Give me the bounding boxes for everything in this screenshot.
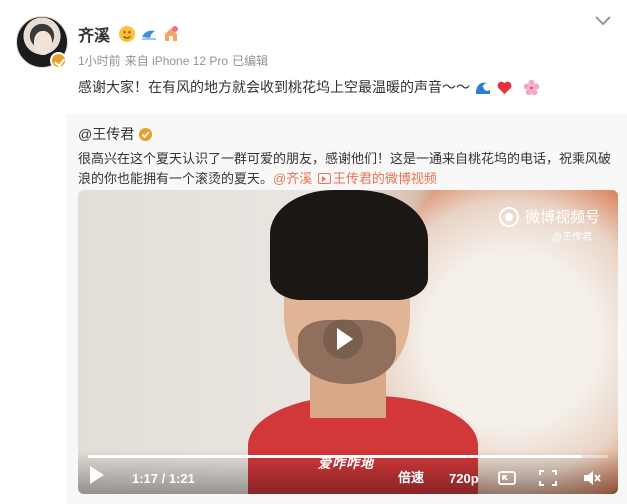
volume-icon[interactable] xyxy=(583,470,601,486)
author-name[interactable]: 齐溪 xyxy=(78,22,110,46)
red-heart-emoji-icon xyxy=(497,81,512,94)
author-row: 齐溪 xyxy=(78,22,180,46)
cherry-blossom-emoji-icon xyxy=(523,79,540,95)
time-separator: / xyxy=(158,471,169,486)
video-subtitle: 爱咋咋地 xyxy=(318,456,375,471)
speed-button[interactable]: 倍速 xyxy=(398,467,424,486)
weibo-logo-icon xyxy=(498,206,519,227)
current-time: 1:17 xyxy=(132,471,159,486)
chevron-down-icon[interactable] xyxy=(593,14,613,28)
watermark-handle: @王传君 xyxy=(551,232,592,243)
video-player[interactable]: 微博视频号 @王传君 爱咋咋地 1:17 / 1:21 倍速 720p xyxy=(78,190,618,494)
original-author-name[interactable]: @王传君 xyxy=(78,124,134,144)
surf-emblem-icon xyxy=(142,30,157,40)
original-post-text: 很高兴在这个夏天认识了一群可爱的朋友，感谢他们！这是一通来自桃花坞的电话，祝乘风… xyxy=(78,149,618,189)
video-watermark: 微博视频号 xyxy=(498,206,600,227)
video-link[interactable]: 王传君的微博视频 xyxy=(333,171,437,186)
peach-house-emblem-icon xyxy=(165,26,179,41)
play-icon[interactable] xyxy=(90,466,104,484)
weibo-post: 齐溪 1小时前 来自 iPhone 12 Pro 已编辑 感谢大家！在有风的地方… xyxy=(0,0,627,504)
post-source: 来自 iPhone 12 Pro xyxy=(124,54,229,68)
heart-eyes-emoji-icon xyxy=(119,26,136,42)
original-author-row: @王传君 xyxy=(78,124,153,144)
verified-badge-icon xyxy=(50,52,67,69)
verified-badge-icon xyxy=(139,127,153,141)
repost-card[interactable]: @王传君 很高兴在这个夏天认识了一群可爱的朋友，感谢他们！这是一通来自桃花坞的电… xyxy=(66,114,627,504)
post-text-body: 感谢大家！在有风的地方就会收到桃花坞上空最温暖的声音～～ xyxy=(78,79,470,95)
wave-emoji-icon xyxy=(476,82,490,94)
play-overlay-icon[interactable] xyxy=(322,318,364,360)
post-text: 感谢大家！在有风的地方就会收到桃花坞上空最温暖的声音～～ xyxy=(78,77,540,97)
quality-button[interactable]: 720p xyxy=(449,471,479,486)
video-frame-person xyxy=(248,190,488,494)
mention-link[interactable]: @齐溪 xyxy=(273,171,312,186)
watermark-text: 微博视频号 xyxy=(524,209,600,226)
time-display: 1:17 / 1:21 xyxy=(132,471,195,486)
post-time[interactable]: 1小时前 xyxy=(78,52,121,69)
edited-label[interactable]: 已编辑 xyxy=(232,52,268,69)
video-controls: 爱咋咋地 1:17 / 1:21 倍速 720p xyxy=(78,450,618,494)
fullscreen-icon[interactable] xyxy=(539,470,557,486)
video-link-icon xyxy=(317,173,331,184)
post-meta: 1小时前 来自 iPhone 12 Pro 已编辑 xyxy=(78,52,268,69)
duration: 1:21 xyxy=(168,471,195,486)
picture-in-picture-icon[interactable] xyxy=(498,470,516,486)
